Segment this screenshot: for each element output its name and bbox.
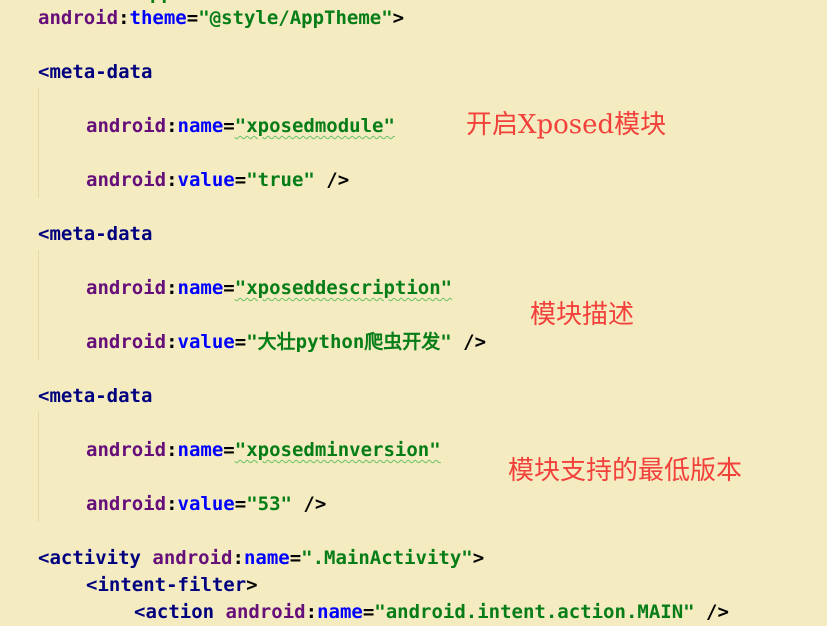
value-token: "xposedminversion" (234, 439, 441, 461)
code-line-meta-value[interactable]: android:value="大壮python爬虫开发" /> (86, 330, 486, 354)
annotation-min-version: 模块支持的最低版本 (508, 456, 743, 486)
code-line-meta-value[interactable]: android:value="true" /> (86, 168, 349, 192)
code-line-meta-name[interactable]: android:name="xposedminversion" (86, 438, 441, 462)
clipped-previous-line: pp (150, 0, 190, 4)
code-line-meta-name[interactable]: android:name="xposedmodule" (86, 114, 395, 138)
annotation-module-description: 模块描述 (530, 300, 635, 330)
code-line-meta-value[interactable]: android:value="53" /> (86, 492, 326, 516)
code-line-activity[interactable]: <activity android:name=".MainActivity"> (38, 546, 484, 570)
code-editor[interactable]: pp android:theme="@style/AppTheme"> <met… (0, 0, 827, 626)
annotation-enable-xposed: 开启Xposed模块 (466, 110, 667, 140)
indent-guide (38, 88, 39, 198)
code-line-action[interactable]: <action android:name="android.intent.act… (134, 600, 729, 624)
value-token: "xposeddescription" (234, 277, 453, 299)
value-token: "@style/AppTheme" (198, 7, 393, 29)
namespace-token: android (38, 7, 119, 29)
code-line-meta-data-open[interactable]: <meta-data (38, 60, 152, 84)
attribute-token: theme (129, 7, 187, 29)
code-line-intent-filter[interactable]: <intent-filter> (86, 573, 258, 597)
indent-guide (38, 412, 39, 522)
value-token: "true" (246, 169, 315, 191)
code-line-meta-name[interactable]: android:name="xposeddescription" (86, 276, 452, 300)
value-token: "大壮python爬虫开发" (246, 331, 452, 353)
code-line-meta-data-open[interactable]: <meta-data (38, 222, 152, 246)
value-token: "53" (246, 493, 292, 515)
indent-guide (38, 250, 39, 360)
value-token: "xposedmodule" (234, 115, 395, 137)
code-line-meta-data-open[interactable]: <meta-data (38, 384, 152, 408)
code-line-theme[interactable]: android:theme="@style/AppTheme"> (38, 6, 404, 30)
